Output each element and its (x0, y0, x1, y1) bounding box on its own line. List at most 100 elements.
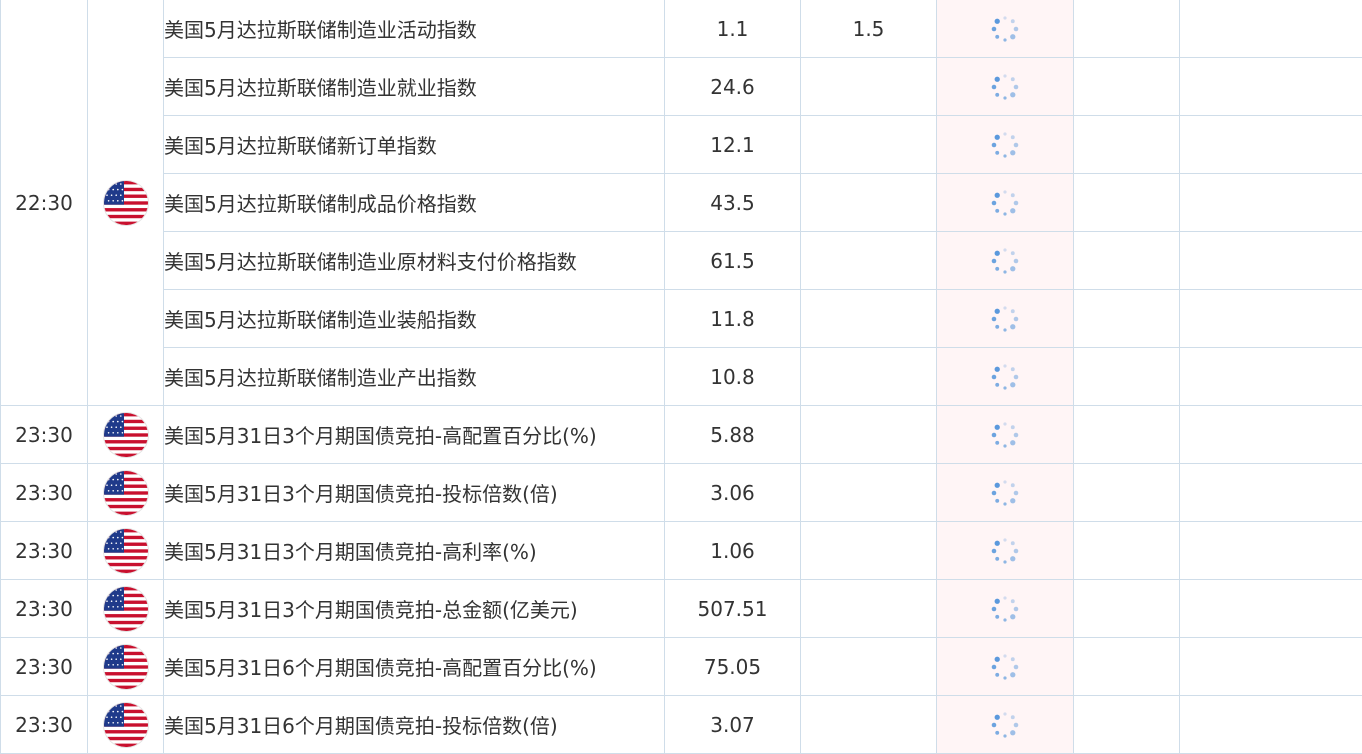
previous-value: 1.06 (665, 522, 801, 580)
forecast-value (801, 116, 937, 174)
interpretation-cell (1180, 290, 1362, 348)
loading-spinner-icon (990, 710, 1020, 740)
event-time: 23:30 (1, 580, 88, 638)
previous-value: 3.06 (665, 464, 801, 522)
event-time: 22:30 (1, 0, 88, 406)
previous-value: 75.05 (665, 638, 801, 696)
interpretation-cell (1180, 638, 1362, 696)
us-flag-icon (104, 413, 148, 457)
country-flag-cell (88, 696, 164, 754)
interpretation-cell (1180, 348, 1362, 406)
table-row: 23:30 美国5月31日3个月期国债竞拍-高利率(%)1.06 (1, 522, 1362, 580)
event-name: 美国5月达拉斯联储制造业就业指数 (164, 58, 665, 116)
forecast-value (801, 232, 937, 290)
actual-value-cell (937, 406, 1074, 464)
impact-cell (1074, 58, 1180, 116)
table-row: 23:30 美国5月31日3个月期国债竞拍-高配置百分比(%)5.88 (1, 406, 1362, 464)
economic-calendar-table: 22:30美国5月达拉斯联储制造业活动指数1.11.5美国5月达拉斯联储制造业就… (0, 0, 1362, 754)
forecast-value (801, 348, 937, 406)
actual-value-cell (937, 638, 1074, 696)
loading-spinner-icon (990, 362, 1020, 392)
impact-cell (1074, 580, 1180, 638)
impact-cell (1074, 116, 1180, 174)
actual-value-cell (937, 58, 1074, 116)
interpretation-cell (1180, 464, 1362, 522)
forecast-value (801, 696, 937, 754)
event-time: 23:30 (1, 464, 88, 522)
event-time: 23:30 (1, 638, 88, 696)
impact-cell (1074, 638, 1180, 696)
event-name: 美国5月31日3个月期国债竞拍-投标倍数(倍) (164, 464, 665, 522)
actual-value-cell (937, 232, 1074, 290)
interpretation-cell (1180, 522, 1362, 580)
country-flag-cell (88, 0, 164, 406)
previous-value: 61.5 (665, 232, 801, 290)
actual-value-cell (937, 464, 1074, 522)
interpretation-cell (1180, 174, 1362, 232)
previous-value: 24.6 (665, 58, 801, 116)
event-name: 美国5月31日3个月期国债竞拍-高利率(%) (164, 522, 665, 580)
country-flag-cell (88, 638, 164, 696)
us-flag-icon (104, 471, 148, 515)
table-row: 美国5月达拉斯联储制造业产出指数10.8 (1, 348, 1362, 406)
previous-value: 1.1 (665, 0, 801, 58)
previous-value: 3.07 (665, 696, 801, 754)
impact-cell (1074, 0, 1180, 58)
loading-spinner-icon (990, 594, 1020, 624)
us-flag-icon (104, 587, 148, 631)
event-name: 美国5月31日3个月期国债竞拍-高配置百分比(%) (164, 406, 665, 464)
event-name: 美国5月达拉斯联储制造业活动指数 (164, 0, 665, 58)
interpretation-cell (1180, 116, 1362, 174)
interpretation-cell (1180, 0, 1362, 58)
interpretation-cell (1180, 696, 1362, 754)
previous-value: 5.88 (665, 406, 801, 464)
event-name: 美国5月达拉斯联储制造业装船指数 (164, 290, 665, 348)
previous-value: 12.1 (665, 116, 801, 174)
impact-cell (1074, 406, 1180, 464)
forecast-value (801, 464, 937, 522)
table-row: 美国5月达拉斯联储新订单指数12.1 (1, 116, 1362, 174)
table-row: 22:30美国5月达拉斯联储制造业活动指数1.11.5 (1, 0, 1362, 58)
forecast-value (801, 58, 937, 116)
interpretation-cell (1180, 406, 1362, 464)
loading-spinner-icon (990, 246, 1020, 276)
interpretation-cell (1180, 580, 1362, 638)
event-name: 美国5月达拉斯联储制造业产出指数 (164, 348, 665, 406)
table-row: 23:30美国5月31日3个月期国债竞拍-总金额(亿美元)507.51 (1, 580, 1362, 638)
impact-cell (1074, 348, 1180, 406)
impact-cell (1074, 522, 1180, 580)
loading-spinner-icon (990, 14, 1020, 44)
loading-spinner-icon (990, 188, 1020, 218)
actual-value-cell (937, 290, 1074, 348)
table-row: 23:30美国5月31日6个月期国债竞拍-高配置百分比(%)75.05 (1, 638, 1362, 696)
table-row: 美国5月达拉斯联储制造业装船指数11.8 (1, 290, 1362, 348)
previous-value: 11.8 (665, 290, 801, 348)
table-row: 美国5月达拉斯联储制造业原材料支付价格指数61.5 (1, 232, 1362, 290)
country-flag-cell (88, 580, 164, 638)
actual-value-cell (937, 522, 1074, 580)
impact-cell (1074, 232, 1180, 290)
event-time: 23:30 (1, 522, 88, 580)
impact-cell (1074, 464, 1180, 522)
forecast-value (801, 638, 937, 696)
previous-value: 507.51 (665, 580, 801, 638)
loading-spinner-icon (990, 652, 1020, 682)
actual-value-cell (937, 696, 1074, 754)
actual-value-cell (937, 0, 1074, 58)
forecast-value (801, 290, 937, 348)
country-flag-cell (88, 464, 164, 522)
event-time: 23:30 (1, 406, 88, 464)
interpretation-cell (1180, 58, 1362, 116)
loading-spinner-icon (990, 304, 1020, 334)
previous-value: 43.5 (665, 174, 801, 232)
us-flag-icon (104, 645, 148, 689)
loading-spinner-icon (990, 478, 1020, 508)
actual-value-cell (937, 348, 1074, 406)
loading-spinner-icon (990, 420, 1020, 450)
loading-spinner-icon (990, 72, 1020, 102)
event-name: 美国5月31日6个月期国债竞拍-投标倍数(倍) (164, 696, 665, 754)
loading-spinner-icon (990, 130, 1020, 160)
table-row: 23:30美国5月31日6个月期国债竞拍-投标倍数(倍)3.07 (1, 696, 1362, 754)
forecast-value (801, 174, 937, 232)
loading-spinner-icon (990, 536, 1020, 566)
